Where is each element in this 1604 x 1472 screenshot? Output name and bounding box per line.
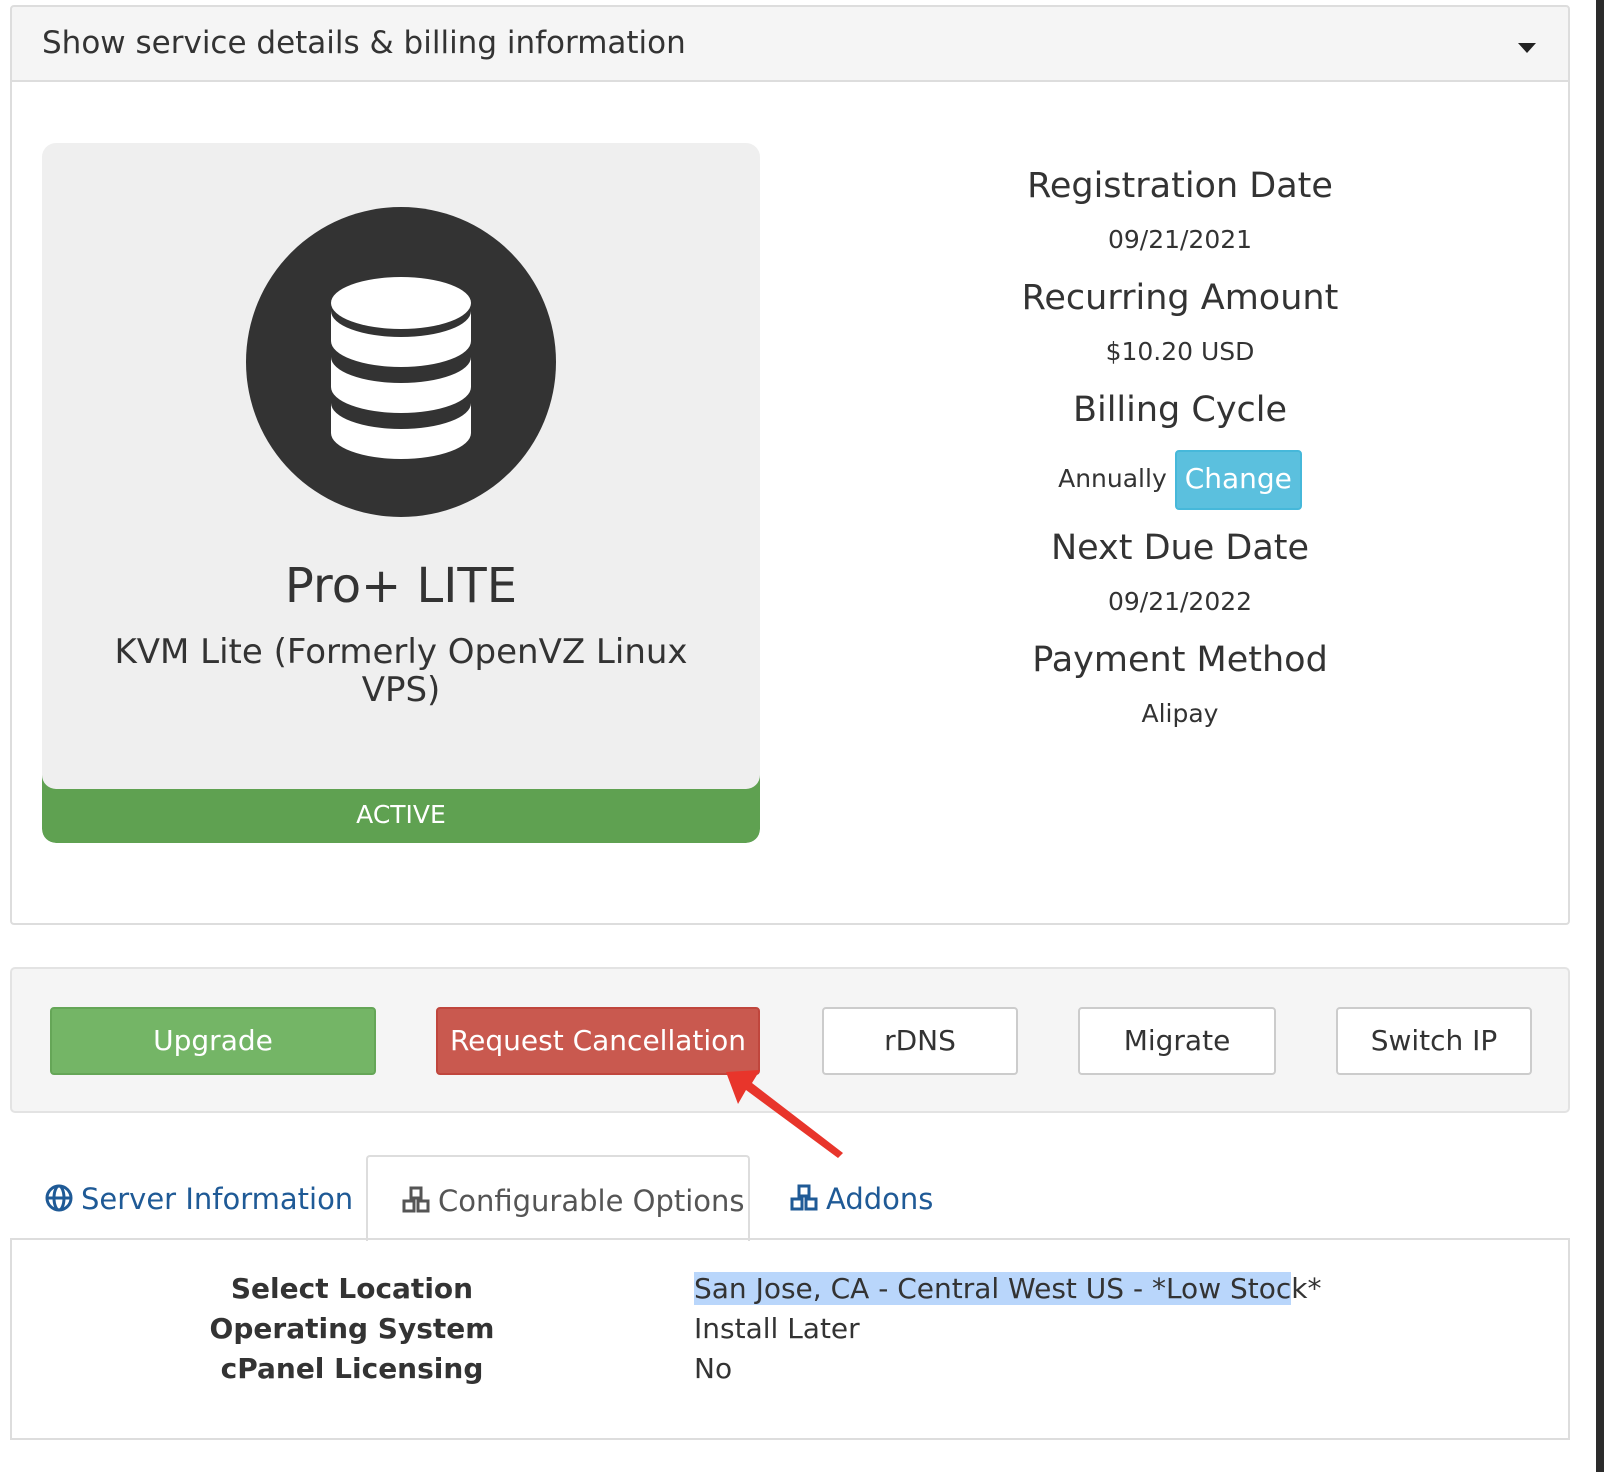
actions-panel: Upgrade Request Cancellation rDNS Migrat… <box>10 967 1570 1113</box>
payment-method-value: Alipay <box>1141 699 1219 728</box>
payment-method-label: Payment Method <box>1032 640 1328 680</box>
request-cancellation-button[interactable]: Request Cancellation <box>436 1007 760 1075</box>
configurable-options-panel: Select Location San Jose, CA - Central W… <box>10 1238 1570 1440</box>
switch-ip-button[interactable]: Switch IP <box>1336 1007 1532 1075</box>
status-text: ACTIVE <box>356 800 446 829</box>
upgrade-button[interactable]: Upgrade <box>50 1007 376 1075</box>
service-details-toggle[interactable]: Show service details & billing informati… <box>10 5 1570 82</box>
tab-bar: Server Information Configurable Options … <box>10 1155 1570 1241</box>
tab-addons[interactable]: Addons <box>790 1155 933 1239</box>
option-value: Install Later <box>694 1312 860 1345</box>
recurring-amount-value: $10.20 USD <box>1105 337 1255 366</box>
product-group: KVM Lite (Formerly OpenVZ Linux VPS) <box>114 632 688 710</box>
tab-configurable-options[interactable]: Configurable Options <box>366 1155 750 1241</box>
next-due-date-label: Next Due Date <box>1050 528 1310 568</box>
billing-info: Registration Date 09/21/2021 Recurring A… <box>930 158 1430 744</box>
migrate-button[interactable]: Migrate <box>1078 1007 1276 1075</box>
billing-cycle-label: Billing Cycle <box>1072 390 1288 430</box>
rdns-button[interactable]: rDNS <box>822 1007 1018 1075</box>
tab-label: Server Information <box>81 1182 354 1216</box>
selected-text: San Jose, CA - Central West US - *Low St… <box>694 1272 1292 1305</box>
database-icon <box>331 277 471 459</box>
registration-date-label: Registration Date <box>1027 166 1333 206</box>
scrollbar[interactable] <box>1596 0 1604 1472</box>
cubes-icon <box>790 1184 818 1211</box>
option-value-rest: k* <box>1291 1272 1322 1305</box>
option-key: cPanel Licensing <box>220 1352 484 1385</box>
option-key: Select Location <box>230 1272 474 1305</box>
next-due-date-value: 09/21/2022 <box>1107 587 1253 616</box>
tab-server-information[interactable]: Server Information <box>45 1155 353 1239</box>
option-value: San Jose, CA - Central West US - *Low St… <box>694 1272 1322 1305</box>
panel-title: Show service details & billing informati… <box>42 25 686 61</box>
tab-label: Configurable Options <box>438 1184 745 1218</box>
product-card: Pro+ LITE KVM Lite (Formerly OpenVZ Linu… <box>42 143 760 843</box>
product-name: Pro+ LITE <box>284 558 518 614</box>
status-badge: ACTIVE <box>42 775 760 843</box>
cubes-icon <box>402 1186 430 1213</box>
tab-label: Addons <box>826 1182 934 1216</box>
product-icon-circle <box>246 207 556 517</box>
option-value: No <box>694 1352 733 1385</box>
option-row: Select Location San Jose, CA - Central W… <box>12 1272 1568 1312</box>
billing-cycle-value: Annually <box>1058 464 1167 493</box>
option-row: Operating System Install Later <box>12 1312 1568 1352</box>
option-row: cPanel Licensing No <box>12 1352 1568 1392</box>
recurring-amount-label: Recurring Amount <box>1021 278 1339 318</box>
registration-date-value: 09/21/2021 <box>1107 225 1253 254</box>
caret-down-icon <box>1518 43 1536 53</box>
globe-icon <box>45 1184 73 1212</box>
change-cycle-button[interactable]: Change <box>1174 450 1302 510</box>
option-key: Operating System <box>209 1312 495 1345</box>
